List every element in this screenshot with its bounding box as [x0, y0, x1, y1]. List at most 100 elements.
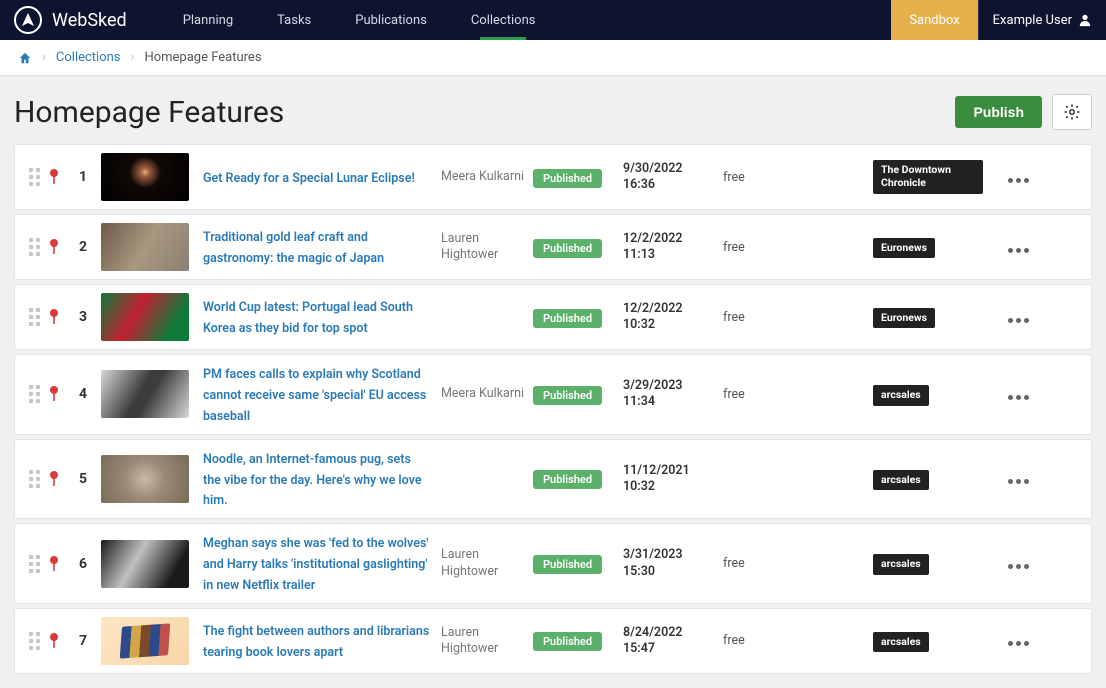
status-badge: Published	[533, 632, 602, 651]
brand-name: WebSked	[52, 10, 147, 31]
thumbnail[interactable]	[101, 153, 189, 201]
source-badge: Euronews	[873, 308, 935, 329]
status-badge: Published	[533, 386, 602, 405]
table-row: 1 Get Ready for a Special Lunar Eclipse! M…	[14, 144, 1092, 210]
drag-handle-icon[interactable]	[21, 238, 47, 256]
publish-button[interactable]: Publish	[955, 96, 1042, 128]
brand-logo-icon	[14, 6, 42, 34]
table-row: 3 World Cup latest: Portugal lead South K…	[14, 284, 1092, 350]
user-menu[interactable]: Example User	[978, 0, 1106, 40]
status-badge: Published	[533, 470, 602, 489]
author-name: Meera Kulkarni	[441, 169, 533, 185]
author-name: Lauren Hightower	[441, 547, 533, 580]
user-name: Example User	[993, 13, 1072, 28]
table-row: 5 Noodle, an Internet-famous pug, sets th…	[14, 439, 1092, 520]
thumbnail[interactable]	[101, 540, 189, 588]
nav-link-publications[interactable]: Publications	[333, 0, 449, 40]
access-level: free	[723, 556, 873, 571]
rank-number: 5	[71, 471, 95, 487]
page-header: Homepage Features Publish	[0, 76, 1106, 144]
author-name: Lauren Hightower	[441, 625, 533, 658]
sandbox-badge[interactable]: Sandbox	[891, 0, 977, 40]
nav-link-planning[interactable]: Planning	[161, 0, 255, 40]
pin-icon[interactable]	[47, 385, 71, 403]
home-icon[interactable]	[18, 51, 32, 65]
story-title-link[interactable]: Noodle, an Internet-famous pug, sets the…	[203, 452, 422, 509]
access-level: free	[723, 633, 873, 648]
drag-handle-icon[interactable]	[21, 308, 47, 326]
nav-link-tasks[interactable]: Tasks	[255, 0, 333, 40]
more-actions-icon[interactable]	[1008, 641, 1029, 646]
pin-icon[interactable]	[47, 470, 71, 488]
rank-number: 6	[71, 556, 95, 572]
access-level: free	[723, 310, 873, 325]
publish-date: 3/31/202315:30	[623, 547, 723, 580]
more-actions-icon[interactable]	[1008, 479, 1029, 484]
rank-number: 7	[71, 633, 95, 649]
more-actions-icon[interactable]	[1008, 178, 1029, 183]
settings-button[interactable]	[1052, 94, 1092, 130]
pin-icon[interactable]	[47, 238, 71, 256]
publish-date: 11/12/202110:32	[623, 463, 723, 496]
breadcrumb: › Collections › Homepage Features	[0, 40, 1106, 76]
source-badge: The Downtown Chronicle	[873, 160, 983, 193]
pin-icon[interactable]	[47, 168, 71, 186]
drag-handle-icon[interactable]	[21, 168, 47, 186]
collection-rows: 1 Get Ready for a Special Lunar Eclipse! M…	[0, 144, 1106, 688]
source-badge: arcsales	[873, 554, 929, 575]
table-row: 7 The fight between authors and librarian…	[14, 608, 1092, 674]
chevron-right-icon: ›	[42, 50, 46, 65]
more-actions-icon[interactable]	[1008, 318, 1029, 323]
rank-number: 4	[71, 386, 95, 402]
crumb-collections[interactable]: Collections	[56, 50, 121, 65]
table-row: 2 Traditional gold leaf craft and gastron…	[14, 214, 1092, 280]
gear-icon	[1063, 103, 1081, 121]
nav-link-collections[interactable]: Collections	[449, 0, 558, 40]
nav-links: PlanningTasksPublicationsCollections	[161, 0, 558, 40]
status-badge: Published	[533, 239, 602, 258]
pin-icon[interactable]	[47, 308, 71, 326]
rank-number: 1	[71, 169, 95, 185]
publish-date: 12/2/202210:32	[623, 301, 723, 334]
status-badge: Published	[533, 555, 602, 574]
publish-date: 8/24/202215:47	[623, 625, 723, 658]
source-badge: arcsales	[873, 632, 929, 653]
access-level: free	[723, 170, 873, 185]
pin-icon[interactable]	[47, 555, 71, 573]
brand: WebSked	[0, 0, 161, 40]
thumbnail[interactable]	[101, 293, 189, 341]
thumbnail[interactable]	[101, 223, 189, 271]
story-title-link[interactable]: PM faces calls to explain why Scotland c…	[203, 367, 426, 424]
publish-date: 3/29/202311:34	[623, 378, 723, 411]
rank-number: 3	[71, 309, 95, 325]
crumb-current: Homepage Features	[144, 50, 261, 65]
story-title-link[interactable]: Meghan says she was 'fed to the wolves' …	[203, 536, 428, 593]
status-badge: Published	[533, 169, 602, 188]
story-title-link[interactable]: Get Ready for a Special Lunar Eclipse!	[203, 171, 415, 186]
table-row: 6 Meghan says she was 'fed to the wolves'…	[14, 523, 1092, 604]
drag-handle-icon[interactable]	[21, 385, 47, 403]
author-name: Meera Kulkarni	[441, 386, 533, 402]
story-title-link[interactable]: World Cup latest: Portugal lead South Ko…	[203, 300, 413, 336]
thumbnail[interactable]	[101, 455, 189, 503]
source-badge: arcsales	[873, 385, 929, 406]
rank-number: 2	[71, 239, 95, 255]
author-name: Lauren Hightower	[441, 231, 533, 264]
drag-handle-icon[interactable]	[21, 555, 47, 573]
more-actions-icon[interactable]	[1008, 395, 1029, 400]
more-actions-icon[interactable]	[1008, 564, 1029, 569]
source-badge: arcsales	[873, 470, 929, 491]
user-icon	[1078, 13, 1092, 27]
more-actions-icon[interactable]	[1008, 248, 1029, 253]
status-badge: Published	[533, 309, 602, 328]
story-title-link[interactable]: The fight between authors and librarians…	[203, 624, 429, 660]
publish-date: 12/2/202211:13	[623, 231, 723, 264]
thumbnail[interactable]	[101, 370, 189, 418]
page-title: Homepage Features	[14, 95, 955, 130]
story-title-link[interactable]: Traditional gold leaf craft and gastrono…	[203, 230, 384, 266]
drag-handle-icon[interactable]	[21, 632, 47, 650]
access-level: free	[723, 387, 873, 402]
drag-handle-icon[interactable]	[21, 470, 47, 488]
thumbnail[interactable]	[101, 617, 189, 665]
pin-icon[interactable]	[47, 632, 71, 650]
